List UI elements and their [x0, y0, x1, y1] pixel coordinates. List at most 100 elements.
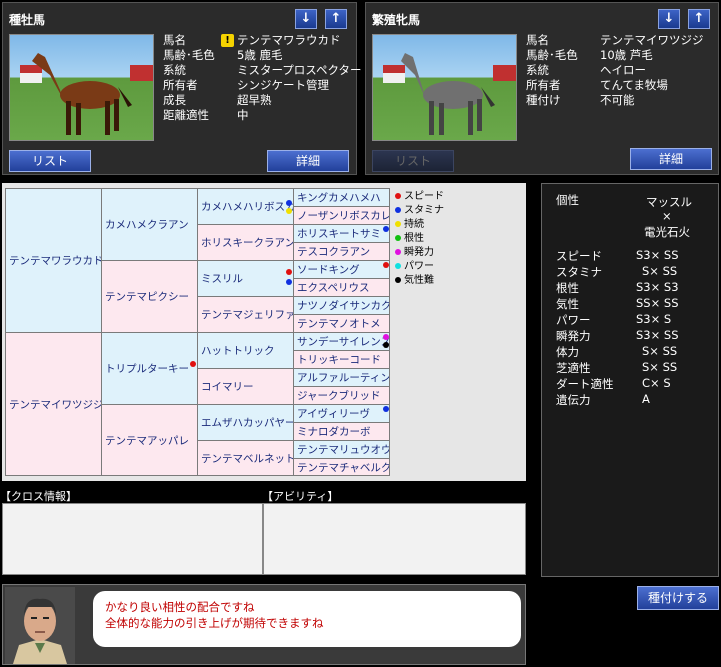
sire-panel: 種牡馬 ↓ ↑ ! 馬名 テンテマワラウカド 馬齢･毛色 5歳 鹿毛 系統 ミス…: [2, 2, 362, 175]
legend-burst: 瞬発力: [395, 243, 434, 258]
stat-value-temper: SS× SS: [636, 296, 679, 310]
stat-value-health: S× SS: [642, 344, 678, 358]
dam-value-line: ヘイロー: [600, 63, 646, 77]
dam-down-arrow-button[interactable]: ↓: [658, 9, 680, 29]
personality-line2: ×: [662, 209, 672, 223]
stat-value-turf: S× SS: [642, 360, 678, 374]
stat-value-power: S3× S: [636, 312, 672, 326]
dialog-line-2: 全体的な能力の引き上げが期待できますね: [105, 616, 324, 630]
stat-value-stamina: S× SS: [642, 264, 678, 278]
legend-dot-icon: [395, 235, 401, 241]
dam-value-owner: てんてま牧場: [600, 78, 668, 92]
sire-value-growth: 超早熟: [237, 93, 272, 107]
pedigree-gen1-dam[interactable]: テンテマイワツジジ: [5, 332, 102, 476]
stat-label-power: パワー: [556, 313, 591, 327]
factor-dot-temper: [383, 342, 389, 348]
personality-line1: マッスル: [646, 195, 692, 209]
advisor-portrait: [5, 587, 75, 664]
breed-button[interactable]: 種付けする: [637, 586, 719, 610]
legend-guts: 根性: [395, 229, 424, 244]
pedigree-gen3-4[interactable]: テンテマジェリファ: [197, 296, 294, 333]
pedigree-gen4-11[interactable]: アルファルーティン: [293, 368, 390, 387]
pedigree-gen4-7[interactable]: ナツノダイサンカク: [293, 296, 390, 315]
sire-label-line: 系統: [163, 63, 186, 77]
factor-dot-stamina: [286, 200, 292, 206]
factor-dot-speed: [190, 361, 196, 367]
pedigree-gen4-8[interactable]: テンテマノオトメ: [293, 314, 390, 333]
legend-temper: 気性難: [395, 271, 434, 286]
pedigree-gen2-4[interactable]: テンテマアッパレ: [101, 404, 198, 476]
sire-label-distance: 距離適性: [163, 108, 209, 122]
stat-value-guts: S3× S3: [636, 280, 679, 294]
pedigree-gen4-1[interactable]: キングカメハメハ: [293, 188, 390, 207]
pedigree-gen4-5[interactable]: ソードキング: [293, 260, 390, 279]
pedigree-gen2-3[interactable]: トリプルターキー: [101, 332, 198, 405]
pedigree-gen2-1[interactable]: カメハメクラアン: [101, 188, 198, 261]
dam-up-arrow-button[interactable]: ↑: [688, 9, 710, 29]
pedigree-gen4-10[interactable]: トリッキーコード: [293, 350, 390, 369]
stat-value-burst: S3× SS: [636, 328, 679, 342]
sire-up-arrow-button[interactable]: ↑: [325, 9, 347, 29]
pedigree-gen2-2[interactable]: テンテマピクシー: [101, 260, 198, 333]
factor-dot-stamina: [383, 406, 389, 412]
pedigree-gen4-6[interactable]: エクスペリウス: [293, 278, 390, 297]
stat-label-speed: スピード: [556, 249, 602, 263]
pedigree-gen4-14[interactable]: ミナロダカーボ: [293, 422, 390, 441]
factor-dot-sustain: [286, 208, 292, 214]
sire-label-growth: 成長: [163, 93, 186, 107]
pedigree-gen4-2[interactable]: ノーザンリボスカレ: [293, 206, 390, 225]
stats-panel: 個性 マッスル × 電光石火 スピード S3× SS スタミナ S× SS 根性…: [541, 183, 719, 577]
legend-dot-icon: [395, 193, 401, 199]
pedigree-gen4-9[interactable]: サンデーサイレンス: [293, 332, 390, 351]
stat-label-stamina: スタミナ: [556, 265, 602, 279]
pedigree-gen3-3[interactable]: ミスリル: [197, 260, 294, 297]
ability-title: 【アビリティ】: [262, 490, 339, 503]
sire-value-age: 5歳 鹿毛: [237, 48, 283, 62]
legend-sustain: 持続: [395, 215, 424, 230]
pedigree-gen4-4[interactable]: テスコクラアン: [293, 242, 390, 261]
dam-value-name: テンテマイワツジジ: [600, 33, 704, 47]
stat-label-guts: 根性: [556, 281, 579, 295]
legend-power: パワー: [395, 257, 434, 272]
pedigree-gen4-15[interactable]: テンテマリュウオウ: [293, 440, 390, 459]
dam-label-age: 馬齢･毛色: [526, 48, 578, 62]
cross-info-box: [2, 503, 263, 575]
warning-icon: !: [221, 34, 234, 47]
pedigree-gen3-8[interactable]: テンテマベルネット: [197, 440, 294, 476]
legend-stamina: スタミナ: [395, 201, 444, 216]
pedigree-gen3-6[interactable]: コイマリー: [197, 368, 294, 405]
pedigree-gen3-5[interactable]: ハットトリック: [197, 332, 294, 369]
pedigree-gen3-2[interactable]: ホリスキークラアン: [197, 224, 294, 261]
sire-value-owner: シンジケート管理: [237, 78, 329, 92]
pedigree-gen3-7[interactable]: エムザハカッパヤー: [197, 404, 294, 441]
sire-detail-button[interactable]: 詳細: [267, 150, 349, 172]
dialog-bubble: かなり良い相性の配合ですね 全体的な能力の引き上げが期待できますね: [93, 591, 521, 647]
stat-label-burst: 瞬発力: [556, 329, 591, 343]
factor-dot-speed: [286, 269, 292, 275]
dam-value-age: 10歳 芦毛: [600, 48, 653, 62]
stat-value-dirt: C× S: [642, 376, 671, 390]
pedigree-gen3-1[interactable]: カメハメハリボスカ: [197, 188, 294, 225]
pedigree-gen4-3[interactable]: ホリスキートサミ: [293, 224, 390, 243]
dam-detail-button[interactable]: 詳細: [630, 148, 712, 170]
sire-horse-image: [9, 34, 154, 141]
pedigree-gen4-13[interactable]: アイヴィリーヴ: [293, 404, 390, 423]
sire-down-arrow-button[interactable]: ↓: [295, 9, 317, 29]
pedigree-panel: テンテマワラウカド テンテマイワツジジ カメハメクラアン テンテマピクシー トリ…: [2, 183, 526, 481]
pedigree-gen4-12[interactable]: ジャークブリッド: [293, 386, 390, 405]
dam-value-breeding: 不可能: [600, 93, 635, 107]
factor-dot-stamina: [383, 226, 389, 232]
factor-dot-stamina: [286, 279, 292, 285]
advisor-face-icon: [5, 587, 75, 664]
pedigree-gen4-16[interactable]: テンテマチャベルク: [293, 458, 390, 476]
legend-dot-icon: [395, 207, 401, 213]
legend-dot-icon: [395, 263, 401, 269]
sire-label-age: 馬齢･毛色: [163, 48, 215, 62]
dam-list-button[interactable]: リスト: [372, 150, 454, 172]
pedigree-gen1-sire[interactable]: テンテマワラウカド: [5, 188, 102, 333]
ability-box: [263, 503, 526, 575]
stat-value-heredity: A: [642, 392, 650, 406]
sire-list-button[interactable]: リスト: [9, 150, 91, 172]
legend-speed: スピード: [395, 187, 444, 202]
dam-horse-image: [372, 34, 517, 141]
